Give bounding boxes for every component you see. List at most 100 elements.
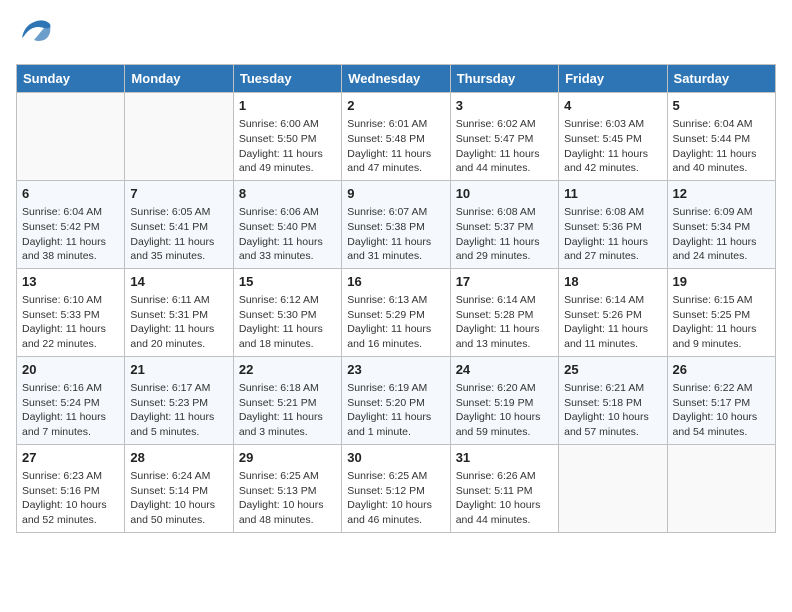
calendar-cell: 6 Sunrise: 6:04 AM Sunset: 5:42 PM Daylig… <box>17 180 125 268</box>
day-info: Sunrise: 6:15 AM Sunset: 5:25 PM Dayligh… <box>673 293 770 352</box>
calendar-cell: 23Sunrise: 6:19 AM Sunset: 5:20 PM Dayli… <box>342 356 450 444</box>
logo-icon <box>16 16 56 56</box>
calendar-week-row: 20 Sunrise: 6:16 AM Sunset: 5:24 PM Dayli… <box>17 356 776 444</box>
day-info: Sunrise: 6:13 AM Sunset: 5:29 PM Dayligh… <box>347 293 444 352</box>
calendar-cell: 28 Sunrise: 6:24 AM Sunset: 5:14 PM Dayli… <box>125 444 233 532</box>
day-info: Sunrise: 6:08 AM Sunset: 5:37 PM Dayligh… <box>456 205 553 264</box>
calendar-cell: 4 Sunrise: 6:03 AM Sunset: 5:45 PM Daylig… <box>559 93 667 181</box>
calendar-week-row: 13 Sunrise: 6:10 AM Sunset: 5:33 PM Dayli… <box>17 268 776 356</box>
calendar-cell: 16 Sunrise: 6:13 AM Sunset: 5:29 PM Dayli… <box>342 268 450 356</box>
day-info: Sunrise: 6:04 AM Sunset: 5:42 PM Dayligh… <box>22 205 119 264</box>
calendar-cell: 10 Sunrise: 6:08 AM Sunset: 5:37 PM Dayli… <box>450 180 558 268</box>
calendar-cell: 1 Sunrise: 6:00 AM Sunset: 5:50 PM Daylig… <box>233 93 341 181</box>
calendar-cell: 21 Sunrise: 6:17 AM Sunset: 5:23 PM Dayli… <box>125 356 233 444</box>
day-of-week-header: Saturday <box>667 65 775 93</box>
calendar-cell: 13 Sunrise: 6:10 AM Sunset: 5:33 PM Dayli… <box>17 268 125 356</box>
day-number: 21 <box>130 361 227 379</box>
day-info: Sunrise: 6:24 AM Sunset: 5:14 PM Dayligh… <box>130 469 227 528</box>
day-info: Sunrise: 6:16 AM Sunset: 5:24 PM Dayligh… <box>22 381 119 440</box>
day-info: Sunrise: 6:10 AM Sunset: 5:33 PM Dayligh… <box>22 293 119 352</box>
day-info: Sunrise: 6:02 AM Sunset: 5:47 PM Dayligh… <box>456 117 553 176</box>
day-info: Sunrise: 6:09 AM Sunset: 5:34 PM Dayligh… <box>673 205 770 264</box>
day-info: Sunrise: 6:14 AM Sunset: 5:26 PM Dayligh… <box>564 293 661 352</box>
day-info: Sunrise: 6:23 AM Sunset: 5:16 PM Dayligh… <box>22 469 119 528</box>
calendar-cell: 20 Sunrise: 6:16 AM Sunset: 5:24 PM Dayli… <box>17 356 125 444</box>
day-info: Sunrise: 6:11 AM Sunset: 5:31 PM Dayligh… <box>130 293 227 352</box>
day-number: 5 <box>673 97 770 115</box>
day-of-week-header: Sunday <box>17 65 125 93</box>
calendar-table: SundayMondayTuesdayWednesdayThursdayFrid… <box>16 64 776 533</box>
day-number: 2 <box>347 97 444 115</box>
day-number: 26 <box>673 361 770 379</box>
day-number: 4 <box>564 97 661 115</box>
day-number: 28 <box>130 449 227 467</box>
calendar-cell: 31Sunrise: 6:26 AM Sunset: 5:11 PM Dayli… <box>450 444 558 532</box>
day-number: 9 <box>347 185 444 203</box>
day-number: 6 <box>22 185 119 203</box>
calendar-week-row: 27 Sunrise: 6:23 AM Sunset: 5:16 PM Dayli… <box>17 444 776 532</box>
page-header <box>16 16 776 56</box>
day-of-week-header: Monday <box>125 65 233 93</box>
day-number: 13 <box>22 273 119 291</box>
day-info: Sunrise: 6:04 AM Sunset: 5:44 PM Dayligh… <box>673 117 770 176</box>
day-info: Sunrise: 6:19 AM Sunset: 5:20 PM Dayligh… <box>347 381 444 440</box>
calendar-cell: 3 Sunrise: 6:02 AM Sunset: 5:47 PM Daylig… <box>450 93 558 181</box>
calendar-header: SundayMondayTuesdayWednesdayThursdayFrid… <box>17 65 776 93</box>
calendar-week-row: 6 Sunrise: 6:04 AM Sunset: 5:42 PM Daylig… <box>17 180 776 268</box>
day-info: Sunrise: 6:21 AM Sunset: 5:18 PM Dayligh… <box>564 381 661 440</box>
day-info: Sunrise: 6:07 AM Sunset: 5:38 PM Dayligh… <box>347 205 444 264</box>
calendar-cell <box>667 444 775 532</box>
day-number: 11 <box>564 185 661 203</box>
calendar-cell: 12 Sunrise: 6:09 AM Sunset: 5:34 PM Dayli… <box>667 180 775 268</box>
calendar-cell: 18 Sunrise: 6:14 AM Sunset: 5:26 PM Dayli… <box>559 268 667 356</box>
day-number: 7 <box>130 185 227 203</box>
calendar-cell: 26Sunrise: 6:22 AM Sunset: 5:17 PM Dayli… <box>667 356 775 444</box>
day-info: Sunrise: 6:01 AM Sunset: 5:48 PM Dayligh… <box>347 117 444 176</box>
day-number: 16 <box>347 273 444 291</box>
day-of-week-header: Friday <box>559 65 667 93</box>
calendar-cell: 8 Sunrise: 6:06 AM Sunset: 5:40 PM Daylig… <box>233 180 341 268</box>
calendar-cell: 19 Sunrise: 6:15 AM Sunset: 5:25 PM Dayli… <box>667 268 775 356</box>
calendar-cell: 22Sunrise: 6:18 AM Sunset: 5:21 PM Dayli… <box>233 356 341 444</box>
day-info: Sunrise: 6:06 AM Sunset: 5:40 PM Dayligh… <box>239 205 336 264</box>
calendar-cell: 5 Sunrise: 6:04 AM Sunset: 5:44 PM Daylig… <box>667 93 775 181</box>
calendar-cell <box>17 93 125 181</box>
day-info: Sunrise: 6:17 AM Sunset: 5:23 PM Dayligh… <box>130 381 227 440</box>
day-number: 19 <box>673 273 770 291</box>
day-number: 14 <box>130 273 227 291</box>
logo <box>16 16 58 56</box>
calendar-cell: 7Sunrise: 6:05 AM Sunset: 5:41 PM Daylig… <box>125 180 233 268</box>
calendar-cell: 15 Sunrise: 6:12 AM Sunset: 5:30 PM Dayli… <box>233 268 341 356</box>
day-info: Sunrise: 6:20 AM Sunset: 5:19 PM Dayligh… <box>456 381 553 440</box>
calendar-cell: 29Sunrise: 6:25 AM Sunset: 5:13 PM Dayli… <box>233 444 341 532</box>
day-number: 8 <box>239 185 336 203</box>
day-info: Sunrise: 6:00 AM Sunset: 5:50 PM Dayligh… <box>239 117 336 176</box>
day-of-week-header: Wednesday <box>342 65 450 93</box>
day-info: Sunrise: 6:12 AM Sunset: 5:30 PM Dayligh… <box>239 293 336 352</box>
day-number: 25 <box>564 361 661 379</box>
day-number: 30 <box>347 449 444 467</box>
calendar-cell <box>559 444 667 532</box>
calendar-body: 1 Sunrise: 6:00 AM Sunset: 5:50 PM Daylig… <box>17 93 776 533</box>
day-number: 15 <box>239 273 336 291</box>
day-number: 1 <box>239 97 336 115</box>
day-info: Sunrise: 6:25 AM Sunset: 5:13 PM Dayligh… <box>239 469 336 528</box>
calendar-cell: 17 Sunrise: 6:14 AM Sunset: 5:28 PM Dayli… <box>450 268 558 356</box>
day-number: 17 <box>456 273 553 291</box>
calendar-cell <box>125 93 233 181</box>
day-number: 27 <box>22 449 119 467</box>
day-number: 20 <box>22 361 119 379</box>
calendar-cell: 27 Sunrise: 6:23 AM Sunset: 5:16 PM Dayli… <box>17 444 125 532</box>
day-info: Sunrise: 6:03 AM Sunset: 5:45 PM Dayligh… <box>564 117 661 176</box>
calendar-cell: 24 Sunrise: 6:20 AM Sunset: 5:19 PM Dayli… <box>450 356 558 444</box>
day-info: Sunrise: 6:14 AM Sunset: 5:28 PM Dayligh… <box>456 293 553 352</box>
day-number: 3 <box>456 97 553 115</box>
day-number: 10 <box>456 185 553 203</box>
day-number: 18 <box>564 273 661 291</box>
calendar-week-row: 1 Sunrise: 6:00 AM Sunset: 5:50 PM Daylig… <box>17 93 776 181</box>
day-number: 31 <box>456 449 553 467</box>
calendar-cell: 30Sunrise: 6:25 AM Sunset: 5:12 PM Dayli… <box>342 444 450 532</box>
day-number: 12 <box>673 185 770 203</box>
calendar-cell: 9 Sunrise: 6:07 AM Sunset: 5:38 PM Daylig… <box>342 180 450 268</box>
day-number: 24 <box>456 361 553 379</box>
